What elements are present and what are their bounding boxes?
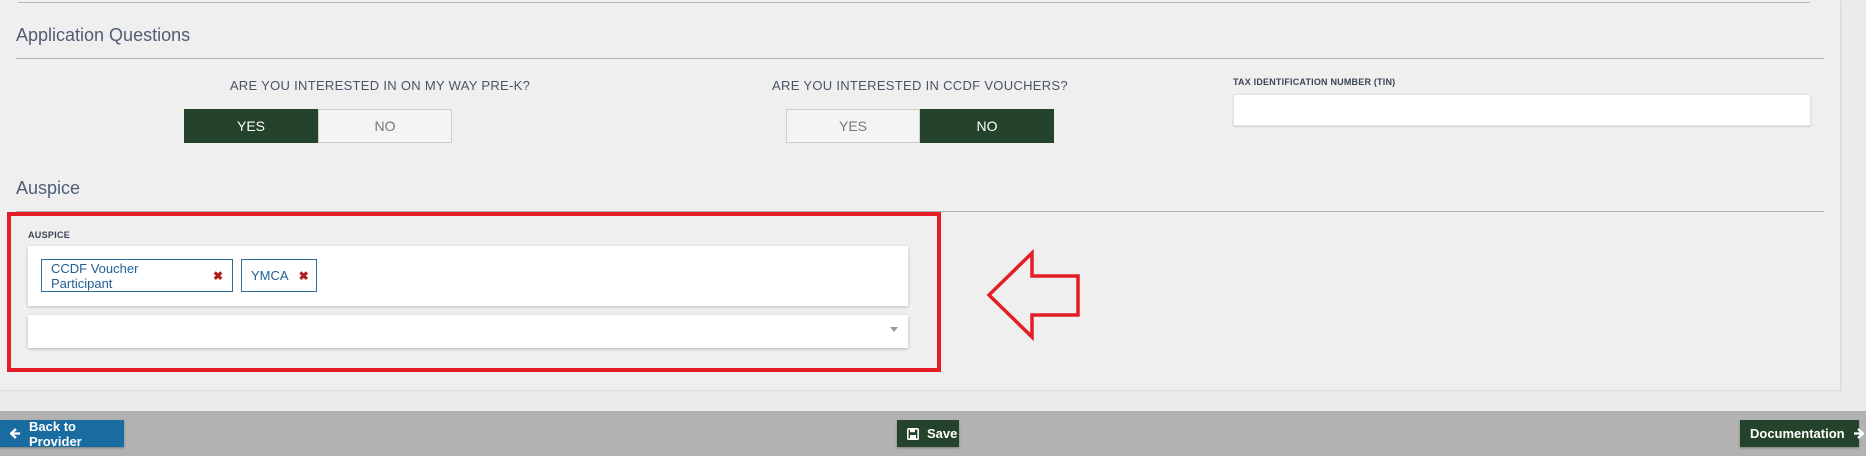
save-label: Save [927,426,958,441]
ccdf-yes-button[interactable]: YES [786,109,920,143]
documentation-button[interactable]: Documentation [1740,420,1864,447]
ccdf-no-button[interactable]: NO [920,109,1054,143]
tag-label: YMCA [251,268,289,283]
top-divider [18,2,1810,3]
tag-label: CCDF Voucher Participant [51,260,139,291]
prek-toggle: YES NO [184,109,452,143]
section-title-application-questions: Application Questions [16,25,191,45]
tin-input[interactable] [1233,94,1811,126]
auspice-label: AUSPICE [28,230,71,240]
prek-yes-button[interactable]: YES [184,109,318,143]
form-panel: Application Questions ARE YOU INTERESTED… [0,0,1841,390]
remove-tag-icon[interactable]: ✖ [299,269,309,283]
question-label-ccdf: ARE YOU INTERESTED IN CCDF VOUCHERS? [772,78,1068,93]
auspice-dropdown[interactable] [28,315,908,348]
ccdf-toggle: YES NO [786,109,1054,143]
save-button[interactable]: Save [897,420,959,447]
arrow-right-icon [1853,428,1864,439]
question-label-prek: ARE YOU INTERESTED IN ON MY WAY PRE-K? [229,78,531,93]
footer-bar: Back to Provider Save Documentation [0,411,1866,456]
back-to-provider-label: Back to Provider [29,418,82,449]
auspice-tag: CCDF Voucher Participant ✖ [41,259,233,292]
auspice-tag: YMCA ✖ [241,259,317,292]
floppy-disk-icon [907,427,919,440]
tin-label: TAX IDENTIFICATION NUMBER (TIN) [1233,77,1396,87]
prek-no-button[interactable]: NO [318,109,452,143]
outline-arrow-left-icon [986,248,1080,342]
arrow-left-icon [10,428,21,439]
remove-tag-icon[interactable]: ✖ [213,269,223,283]
back-to-provider-button[interactable]: Back to Provider [0,418,124,449]
auspice-tags-field[interactable]: CCDF Voucher Participant ✖ YMCA ✖ [28,246,908,306]
documentation-label: Documentation [1750,426,1845,441]
section-title-auspice: Auspice [16,178,81,198]
section-divider [16,58,1824,59]
caret-down-icon[interactable] [890,327,898,332]
